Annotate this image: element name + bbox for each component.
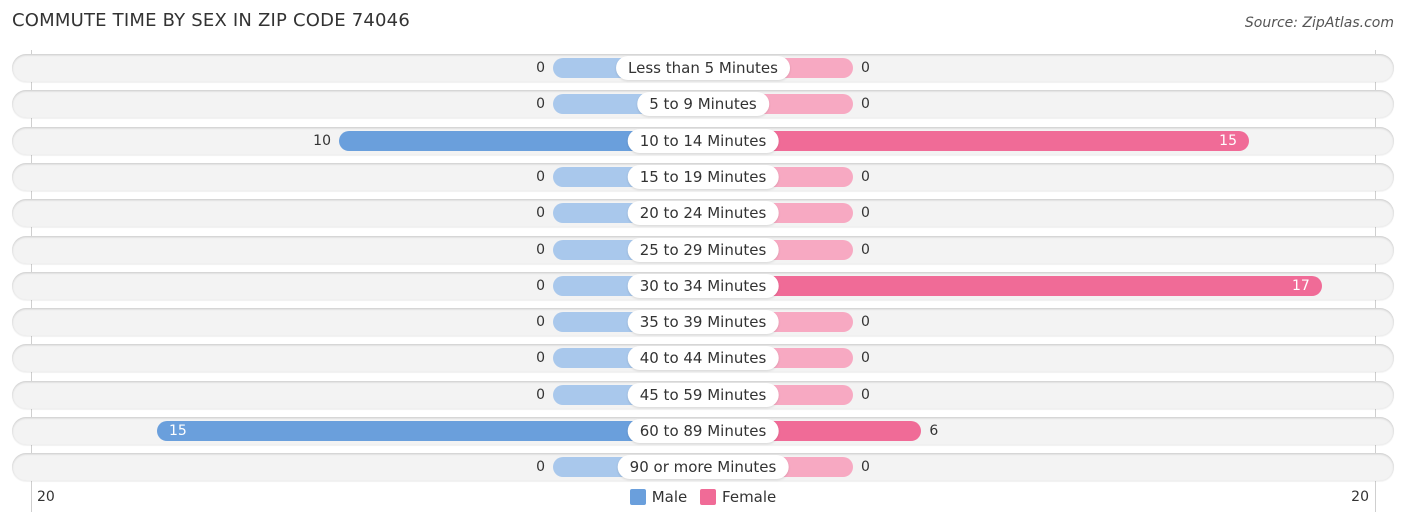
category-label: 20 to 24 Minutes <box>627 201 779 226</box>
value-label-female: 0 <box>861 459 870 476</box>
value-label-female: 0 <box>861 60 870 76</box>
value-label-male: 0 <box>536 314 545 331</box>
bar-female[interactable] <box>703 130 1249 151</box>
value-label-female: 0 <box>861 205 870 222</box>
category-label: 10 to 14 Minutes <box>627 128 779 153</box>
value-label-male: 0 <box>536 350 545 367</box>
value-label-male: 0 <box>536 96 545 113</box>
value-label-male: 0 <box>536 168 545 185</box>
value-label-male: 0 <box>536 60 545 76</box>
category-label: 60 to 89 Minutes <box>627 419 779 443</box>
legend-label-female: Female <box>722 488 777 506</box>
value-label-male: 0 <box>536 386 545 403</box>
legend-swatch-female <box>700 489 717 505</box>
value-label-male: 0 <box>536 241 545 258</box>
category-label: 40 to 44 Minutes <box>627 346 779 371</box>
value-label-female: 0 <box>861 350 870 367</box>
value-label-female: 6 <box>929 423 939 439</box>
value-label-male: 0 <box>536 277 545 294</box>
category-label: Less than 5 Minutes <box>616 56 790 80</box>
legend-item-female[interactable]: Female <box>700 488 776 506</box>
legend-label-male: Male <box>651 488 688 506</box>
value-label-male: 0 <box>536 205 545 222</box>
category-label: 15 to 19 Minutes <box>627 164 779 189</box>
value-label-male: 15 <box>169 423 187 439</box>
category-label: 45 to 59 Minutes <box>627 382 779 407</box>
value-label-female: 0 <box>861 96 870 113</box>
value-label-female: 0 <box>861 241 870 258</box>
value-label-female: 17 <box>1291 277 1310 294</box>
category-label: 90 or more Minutes <box>617 455 789 480</box>
category-label: 35 to 39 Minutes <box>627 310 779 335</box>
bar-male[interactable] <box>157 421 703 441</box>
category-label: 5 to 9 Minutes <box>637 92 769 117</box>
value-label-female: 0 <box>861 386 870 403</box>
value-label-female: 0 <box>861 168 870 185</box>
value-label-female: 0 <box>861 314 870 331</box>
chart-title: COMMUTE TIME BY SEX IN ZIP CODE 74046 <box>12 10 410 31</box>
legend: Male Female <box>0 488 1406 509</box>
value-label-male: 0 <box>536 459 545 476</box>
category-label: 25 to 29 Minutes <box>627 237 779 262</box>
legend-item-male[interactable]: Male <box>629 488 688 506</box>
source-label: Source: ZipAtlas.com <box>1244 15 1394 31</box>
value-label-male: 10 <box>313 132 331 149</box>
bar-female[interactable] <box>703 275 1322 296</box>
category-label: 30 to 34 Minutes <box>627 273 779 298</box>
legend-swatch-male <box>629 489 646 505</box>
value-label-female: 15 <box>1219 132 1237 149</box>
